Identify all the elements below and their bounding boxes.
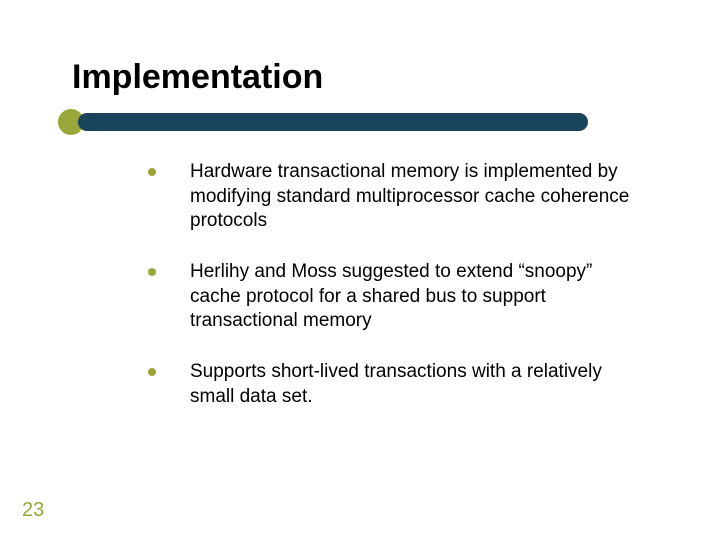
bullet-list: Hardware transactional memory is impleme…	[148, 160, 648, 436]
bullet-text: Herlihy and Moss suggested to extend “sn…	[190, 260, 648, 334]
page-number: 23	[22, 499, 44, 522]
list-item: Hardware transactional memory is impleme…	[148, 160, 648, 234]
bullet-icon	[148, 368, 156, 376]
bullet-icon	[148, 168, 156, 176]
bullet-text: Hardware transactional memory is impleme…	[190, 160, 648, 234]
bullet-text: Supports short-lived transactions with a…	[190, 360, 648, 409]
slide: Implementation Hardware transactional me…	[0, 0, 720, 540]
bullet-icon	[148, 268, 156, 276]
slide-title: Implementation	[72, 58, 323, 97]
list-item: Herlihy and Moss suggested to extend “sn…	[148, 260, 648, 334]
accent-bar	[78, 113, 588, 131]
list-item: Supports short-lived transactions with a…	[148, 360, 648, 409]
